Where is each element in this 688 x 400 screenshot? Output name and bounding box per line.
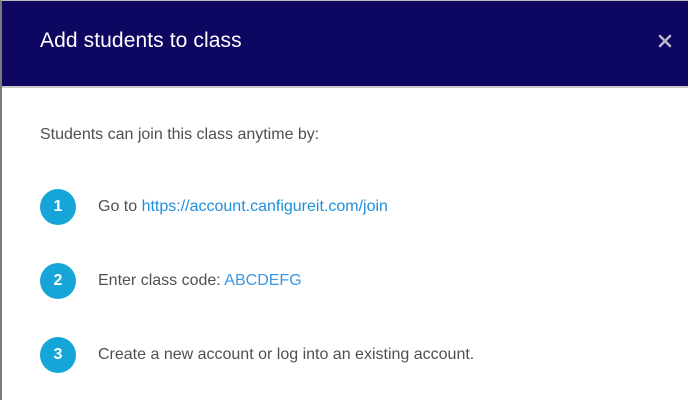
close-button[interactable] xyxy=(653,27,677,55)
modal-header: Add students to class xyxy=(2,1,688,88)
step-3: 3 Create a new account or log into an ex… xyxy=(40,337,474,373)
step-2: 2 Enter class code: ABCDEFG xyxy=(40,263,302,299)
modal-title: Add students to class xyxy=(40,29,242,52)
step-number-badge: 2 xyxy=(40,263,76,299)
close-icon xyxy=(658,34,672,48)
step-text: Go to https://account.canfigureit.com/jo… xyxy=(98,198,388,216)
class-code: ABCDEFG xyxy=(224,272,302,289)
intro-text: Students can join this class anytime by: xyxy=(40,126,320,143)
step-number-badge: 1 xyxy=(40,189,76,225)
step-prefix: Go to xyxy=(98,198,142,215)
add-students-modal: Add students to class Students can join … xyxy=(0,0,688,400)
step-1: 1 Go to https://account.canfigureit.com/… xyxy=(40,189,388,225)
step-text: Enter class code: ABCDEFG xyxy=(98,272,302,290)
join-link[interactable]: https://account.canfigureit.com/join xyxy=(142,198,388,215)
step-prefix: Enter class code: xyxy=(98,272,225,289)
step-text: Create a new account or log into an exis… xyxy=(98,346,475,363)
step-number-badge: 3 xyxy=(40,337,76,373)
